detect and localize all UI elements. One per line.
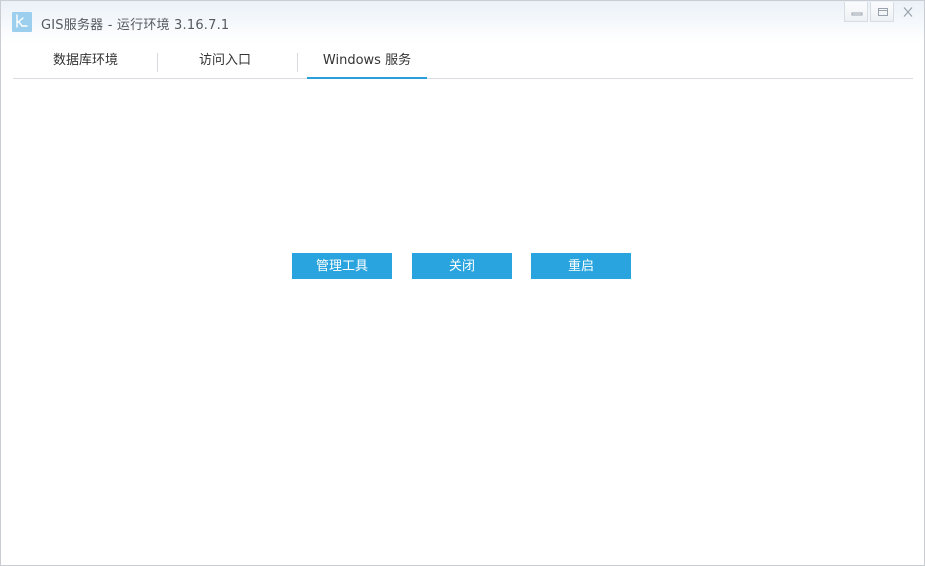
window-title: GIS服务器 - 运行环境 3.16.7.1 — [41, 18, 230, 33]
minimize-button[interactable] — [844, 2, 868, 22]
maximize-button[interactable] — [870, 2, 894, 22]
tab-windows-service[interactable]: Windows 服务 — [307, 44, 427, 79]
service-actions: 管理工具 关闭 重启 — [1, 253, 925, 279]
tab-divider — [157, 53, 158, 72]
close-service-button[interactable]: 关闭 — [412, 253, 512, 279]
restart-service-button[interactable]: 重启 — [531, 253, 631, 279]
close-button[interactable] — [896, 2, 920, 22]
close-icon — [903, 7, 913, 17]
maximize-icon — [878, 8, 888, 16]
tab-access-entry[interactable]: 访问入口 — [165, 44, 285, 78]
management-tools-button[interactable]: 管理工具 — [292, 253, 392, 279]
k-logo-icon — [12, 12, 32, 32]
minimize-icon — [851, 12, 863, 16]
app-window: GIS服务器 - 运行环境 3.16.7.1 数据库环境 访问入口 Window… — [0, 0, 925, 566]
window-controls — [844, 2, 920, 22]
title-bar[interactable]: GIS服务器 - 运行环境 3.16.7.1 — [1, 1, 924, 43]
tab-divider — [297, 53, 298, 72]
tab-bar: 数据库环境 访问入口 Windows 服务 — [13, 44, 913, 79]
tab-database-environment[interactable]: 数据库环境 — [13, 44, 158, 78]
